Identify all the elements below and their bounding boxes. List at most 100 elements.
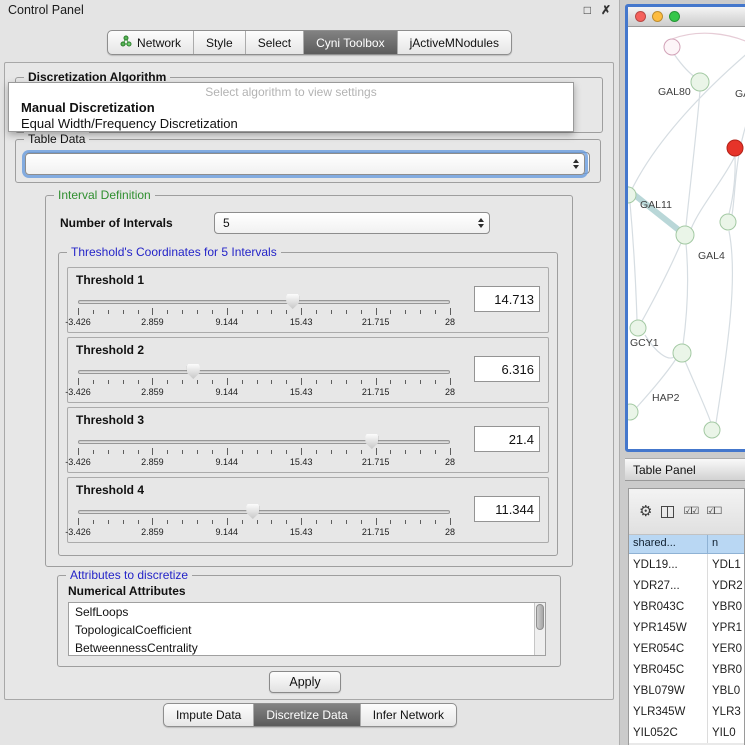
table-cell-shared-name[interactable]: YPR145W — [629, 617, 708, 638]
threshold-1-slider[interactable]: -3.4262.8599.14415.4321.71528 — [78, 294, 450, 330]
tab-style[interactable]: Style — [193, 31, 245, 54]
table-row[interactable]: YBR043CYBR0 — [629, 596, 744, 617]
table-row[interactable]: YIL052CYIL0 — [629, 722, 744, 743]
scrollbar-thumb[interactable] — [536, 604, 544, 630]
tab-select[interactable]: Select — [245, 31, 303, 54]
slider-track[interactable] — [78, 440, 450, 444]
slider-tick — [331, 450, 332, 454]
network-node[interactable] — [720, 214, 736, 230]
slider-tick-label: -3.426 — [65, 387, 91, 397]
threshold-4-slider[interactable]: -3.4262.8599.14415.4321.71528 — [78, 504, 450, 540]
network-node[interactable] — [630, 320, 646, 336]
apply-button[interactable]: Apply — [269, 671, 341, 693]
table-cell-shared-name[interactable]: YER054C — [629, 638, 708, 659]
slider-tick — [301, 308, 302, 315]
tab-cyni-toolbox[interactable]: Cyni Toolbox — [303, 31, 396, 54]
network-node[interactable] — [704, 422, 720, 438]
network-node[interactable] — [676, 226, 694, 244]
slider-track[interactable] — [78, 510, 450, 514]
column-header-name[interactable]: n — [708, 535, 744, 553]
table-rows: YDL19...YDL1YDR27...YDR2YBR043CYBR0YPR14… — [629, 554, 744, 743]
table-cell-name[interactable]: YDL1 — [708, 554, 744, 575]
table-row[interactable]: YBL079WYBL0 — [629, 680, 744, 701]
table-cell-shared-name[interactable]: YBL079W — [629, 680, 708, 701]
num-intervals-select[interactable]: 5 — [214, 212, 490, 234]
table-cell-name[interactable]: YPR1 — [708, 617, 744, 638]
list-scrollbar[interactable] — [534, 603, 545, 655]
network-node[interactable] — [673, 344, 691, 362]
slider-tick — [271, 380, 272, 384]
slider-track[interactable] — [78, 370, 450, 374]
table-row[interactable]: YDL19...YDL1 — [629, 554, 744, 575]
table-cell-shared-name[interactable]: YBR043C — [629, 596, 708, 617]
columns-icon[interactable] — [661, 506, 674, 518]
table-cell-name[interactable]: YLR3 — [708, 701, 744, 722]
table-cell-name[interactable]: YBR0 — [708, 659, 744, 680]
close-traffic-light[interactable] — [635, 11, 646, 22]
table-row[interactable]: YPR145WYPR1 — [629, 617, 744, 638]
table-row[interactable]: YDR27...YDR2 — [629, 575, 744, 596]
network-node[interactable] — [691, 73, 709, 91]
slider-thumb[interactable] — [286, 294, 299, 309]
table-cell-shared-name[interactable]: YBR045C — [629, 659, 708, 680]
table-row[interactable]: YER054CYER0 — [629, 638, 744, 659]
table-cell-shared-name[interactable]: YIL052C — [629, 722, 708, 743]
tab-jactivemodules[interactable]: jActiveMNodules — [397, 31, 511, 54]
threshold-label: Threshold 3 — [76, 413, 144, 427]
table-cell-name[interactable]: YER0 — [708, 638, 744, 659]
cyni-toolbox-panel: Discretization Algorithm Table Data galF… — [4, 62, 614, 700]
select-all-icon[interactable]: ☑☑ — [683, 507, 697, 517]
attribute-list-item[interactable]: BetweennessCentrality — [69, 639, 545, 656]
gear-icon[interactable]: ⚙ — [639, 504, 652, 519]
float-window-icon[interactable]: □ — [584, 4, 591, 16]
tab-network[interactable]: Network — [108, 31, 193, 54]
network-node[interactable] — [664, 39, 680, 55]
slider-tick — [242, 450, 243, 454]
slider-thumb[interactable] — [246, 504, 259, 519]
slider-tick-label: 21.715 — [362, 527, 390, 537]
algorithm-select[interactable] — [25, 153, 585, 175]
table-row[interactable]: YLR345WYLR3 — [629, 701, 744, 722]
table-cell-shared-name[interactable]: YLR345W — [629, 701, 708, 722]
threshold-value-field[interactable]: 14.713 — [474, 286, 540, 312]
group-title: Attributes to discretize — [66, 568, 192, 582]
table-cell-shared-name[interactable]: YDL19... — [629, 554, 708, 575]
zoom-traffic-light[interactable] — [669, 11, 680, 22]
numerical-attributes-list[interactable]: SelfLoopsTopologicalCoefficientBetweenne… — [68, 602, 546, 656]
tab-infer-network[interactable]: Infer Network — [360, 704, 456, 726]
tab-impute-data[interactable]: Impute Data — [164, 704, 253, 726]
column-header-shared-name[interactable]: shared... — [629, 535, 708, 553]
tab-discretize-data[interactable]: Discretize Data — [253, 704, 359, 726]
algorithm-option-manual[interactable]: Manual Discretization — [9, 100, 573, 116]
threshold-value-field[interactable]: 21.4 — [474, 426, 540, 452]
table-cell-name[interactable]: YBL0 — [708, 680, 744, 701]
slider-thumb[interactable] — [187, 364, 200, 379]
algorithm-option-equal-width[interactable]: Equal Width/Frequency Discretization — [9, 116, 573, 132]
table-row[interactable]: YBR045CYBR0 — [629, 659, 744, 680]
network-node[interactable] — [628, 404, 638, 420]
tab-label: Network — [137, 36, 181, 50]
network-node[interactable] — [628, 187, 636, 203]
slider-track[interactable] — [78, 300, 450, 304]
slider-tick — [78, 308, 79, 315]
deselect-all-icon[interactable]: ☑☐ — [706, 507, 720, 517]
threshold-3-slider[interactable]: -3.4262.8599.14415.4321.71528 — [78, 434, 450, 470]
table-cell-name[interactable]: YIL0 — [708, 722, 744, 743]
network-node[interactable] — [727, 140, 743, 156]
slider-tick — [167, 520, 168, 524]
close-icon[interactable]: ✗ — [601, 4, 611, 16]
minimize-traffic-light[interactable] — [652, 11, 663, 22]
table-cell-name[interactable]: YDR2 — [708, 575, 744, 596]
network-canvas[interactable]: GAL80GAGAL11GAL4GCY1HAP2 — [628, 27, 745, 449]
attribute-list-item[interactable]: SelfLoops — [69, 603, 545, 621]
threshold-2-slider[interactable]: -3.4262.8599.14415.4321.71528 — [78, 364, 450, 400]
table-cell-shared-name[interactable]: YDR27... — [629, 575, 708, 596]
threshold-value-field[interactable]: 6.316 — [474, 356, 540, 382]
threshold-value-field[interactable]: 11.344 — [474, 496, 540, 522]
table-cell-name[interactable]: YBR0 — [708, 596, 744, 617]
attribute-list-item[interactable]: TopologicalCoefficient — [69, 621, 545, 639]
slider-tick — [138, 520, 139, 524]
slider-ticks — [78, 518, 450, 526]
slider-thumb[interactable] — [365, 434, 378, 449]
network-window-titlebar — [628, 7, 745, 27]
